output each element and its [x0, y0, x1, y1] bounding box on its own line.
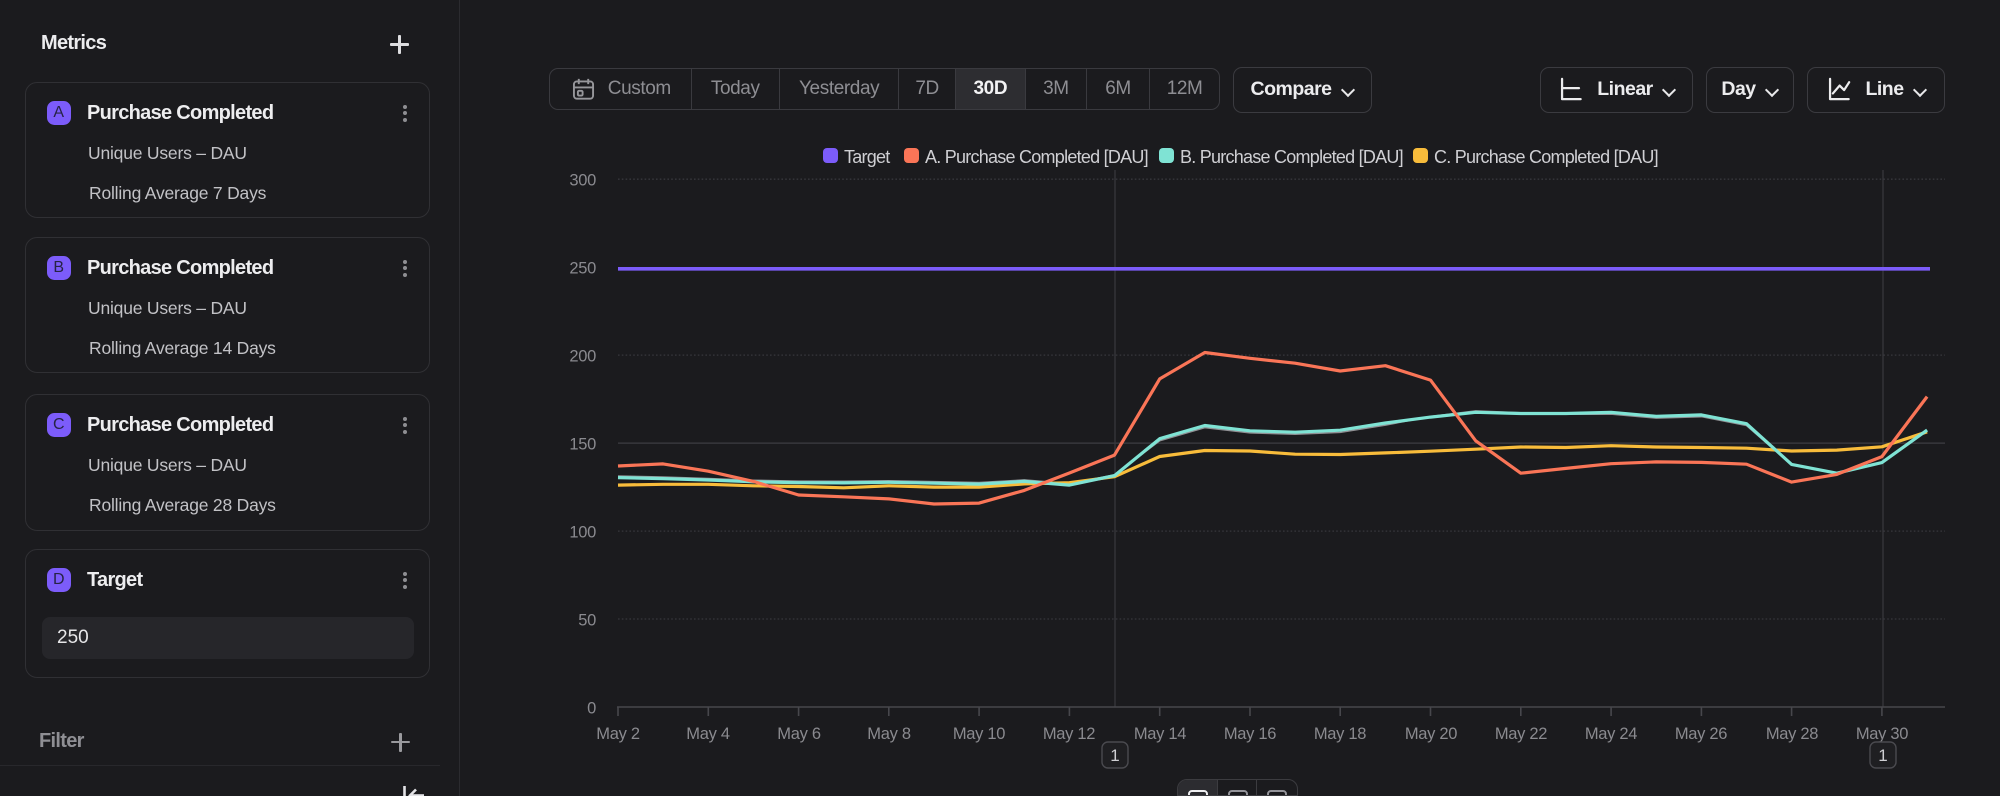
svg-text:May 18: May 18: [1314, 725, 1366, 743]
svg-text:May 6: May 6: [777, 725, 821, 743]
svg-text:250: 250: [569, 260, 596, 278]
svg-text:May 2: May 2: [596, 725, 640, 743]
svg-text:200: 200: [569, 348, 596, 366]
svg-text:1: 1: [1110, 746, 1119, 765]
svg-text:May 12: May 12: [1043, 725, 1095, 743]
svg-text:May 26: May 26: [1675, 725, 1727, 743]
svg-text:May 30: May 30: [1856, 725, 1908, 743]
svg-text:0: 0: [587, 700, 596, 718]
svg-text:May 10: May 10: [953, 725, 1005, 743]
svg-text:50: 50: [578, 612, 596, 630]
svg-text:100: 100: [569, 524, 596, 542]
svg-text:May 16: May 16: [1224, 725, 1276, 743]
svg-text:May 4: May 4: [686, 725, 730, 743]
svg-text:150: 150: [569, 436, 596, 454]
svg-text:May 22: May 22: [1495, 725, 1547, 743]
svg-text:May 14: May 14: [1134, 725, 1186, 743]
svg-text:May 20: May 20: [1405, 725, 1457, 743]
svg-text:May 24: May 24: [1585, 725, 1637, 743]
svg-text:May 8: May 8: [867, 725, 911, 743]
svg-text:May 28: May 28: [1766, 725, 1818, 743]
svg-text:1: 1: [1878, 746, 1887, 765]
svg-text:300: 300: [569, 172, 596, 190]
